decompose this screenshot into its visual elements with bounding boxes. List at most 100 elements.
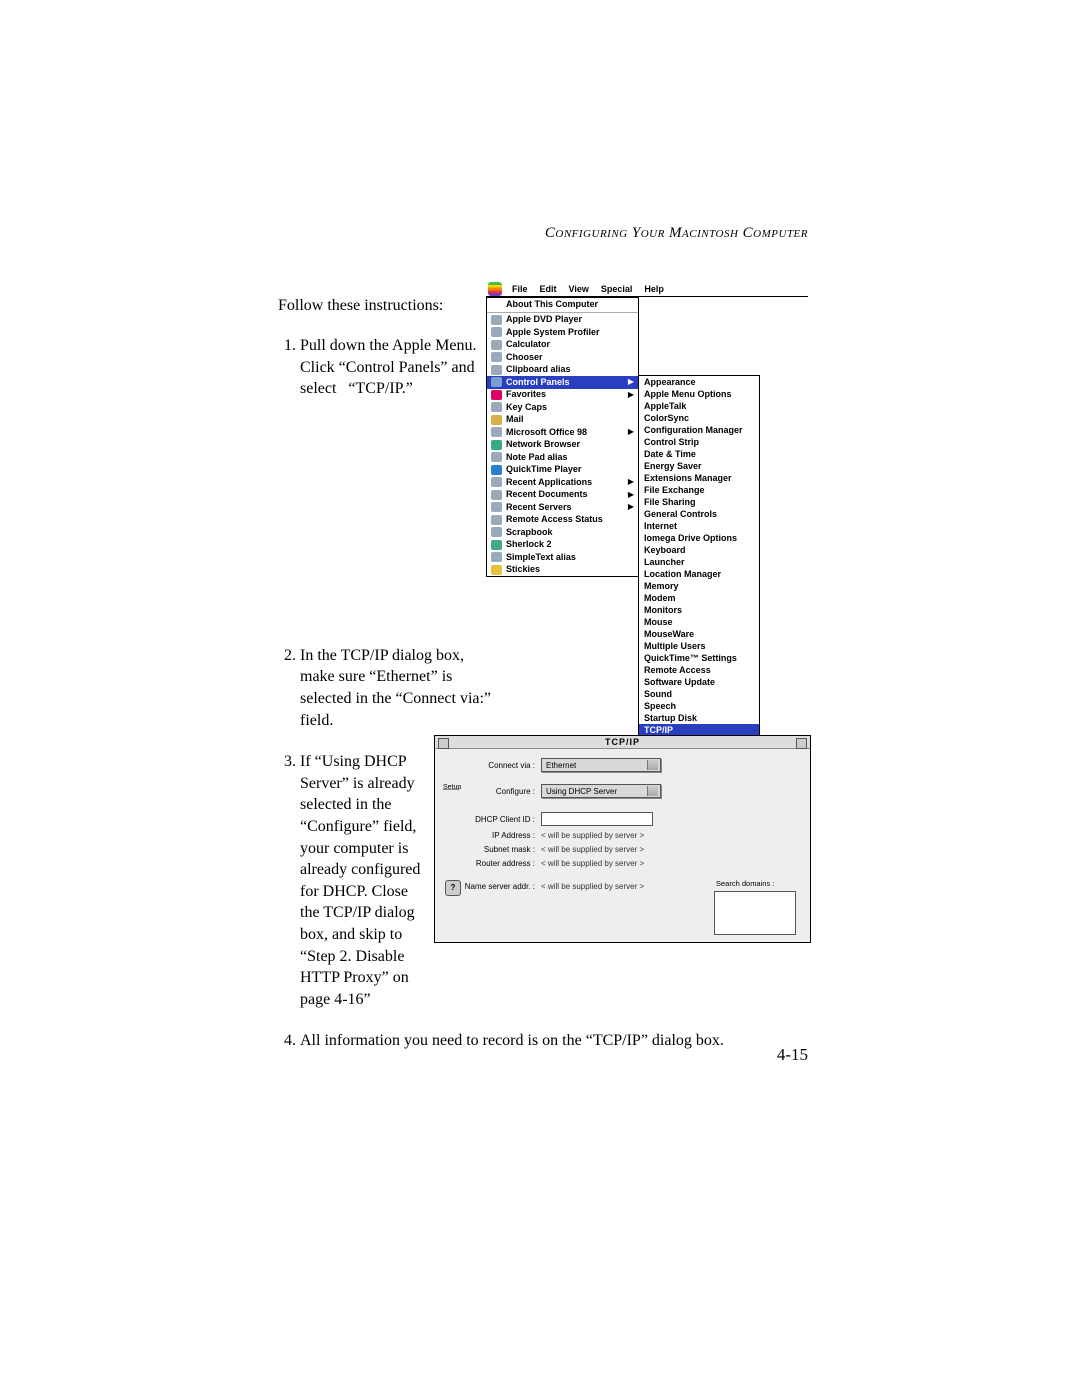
submenu-item[interactable]: Remote Access [639,664,759,676]
favorites-icon [491,390,502,400]
submenu-item[interactable]: Sound [639,688,759,700]
quicktime-icon [491,465,502,475]
menu-item-scrapbook[interactable]: Scrapbook [487,526,638,539]
select-configure[interactable]: Using DHCP Server [541,784,661,798]
calculator-icon [491,340,502,350]
apple-logo-icon[interactable] [488,282,502,296]
label-connect-via: Connect via : [443,761,541,770]
folder-icon [491,502,502,512]
value-ip-address: < will be supplied by server > [541,831,644,840]
page-number: 4-15 [777,1045,808,1065]
keycaps-icon [491,402,502,412]
submenu-item[interactable]: File Exchange [639,484,759,496]
folder-icon [491,490,502,500]
tcpip-dialog-screenshot: TCP/IP Connect via : Ethernet Setup Conf… [434,735,811,943]
submenu-item[interactable]: Monitors [639,604,759,616]
chooser-icon [491,352,502,362]
menu-item-recentservers[interactable]: Recent Servers▶ [487,501,638,514]
submenu-item[interactable]: Configuration Manager [639,424,759,436]
submenu-item[interactable]: General Controls [639,508,759,520]
menu-item-stickies[interactable]: Stickies [487,564,638,577]
notepad-icon [491,452,502,462]
menu-item-quicktime[interactable]: QuickTime Player [487,464,638,477]
submenu-item[interactable]: AppleTalk [639,400,759,412]
scrapbook-icon [491,527,502,537]
menu-help[interactable]: Help [644,285,664,294]
menu-divider [487,312,638,313]
submenu-arrow-icon: ▶ [628,391,634,399]
submenu-item[interactable]: Memory [639,580,759,592]
window-zoom-box[interactable] [796,738,807,749]
menu-item-sherlock[interactable]: Sherlock 2 [487,539,638,552]
submenu-item[interactable]: MouseWare [639,628,759,640]
submenu-item[interactable]: Apple Menu Options [639,388,759,400]
menu-item-profiler[interactable]: Apple System Profiler [487,326,638,339]
submenu-item[interactable]: QuickTime™ Settings [639,652,759,664]
input-dhcp-client-id[interactable] [541,812,653,826]
submenu-item[interactable]: Energy Saver [639,460,759,472]
cd-icon [491,315,502,325]
mac-menubar: File Edit View Special Help [486,282,808,297]
submenu-item[interactable]: Speech [639,700,759,712]
menu-item-control-panels[interactable]: Control Panels▶ [487,376,638,389]
menu-item-recentdocs[interactable]: Recent Documents▶ [487,489,638,502]
value-subnet: < will be supplied by server > [541,845,644,854]
select-connect-via[interactable]: Ethernet [541,758,661,772]
value-nameserver: < will be supplied by server > [541,882,644,891]
menu-item-mail[interactable]: Mail [487,414,638,427]
menu-view[interactable]: View [569,285,589,294]
submenu-item[interactable]: Control Strip [639,436,759,448]
profiler-icon [491,327,502,337]
menu-item-about[interactable]: About This Computer [487,298,638,311]
submenu-item[interactable]: Software Update [639,676,759,688]
help-button[interactable]: ? [445,880,461,896]
menu-item-dvd[interactable]: Apple DVD Player [487,314,638,327]
sherlock-icon [491,540,502,550]
menu-item-chooser[interactable]: Chooser [487,351,638,364]
menu-item-notepad[interactable]: Note Pad alias [487,451,638,464]
submenu-arrow-icon: ▶ [628,478,634,486]
submenu-item[interactable]: Modem [639,592,759,604]
menu-item-simpletext[interactable]: SimpleText alias [487,551,638,564]
submenu-item[interactable]: Extensions Manager [639,472,759,484]
submenu-item[interactable]: Launcher [639,556,759,568]
submenu-arrow-icon: ▶ [628,491,634,499]
menu-item-favorites[interactable]: Favorites▶ [487,389,638,402]
window-close-box[interactable] [438,738,449,749]
submenu-item[interactable]: Mouse [639,616,759,628]
menu-file[interactable]: File [512,285,528,294]
submenu-item[interactable]: Internet [639,520,759,532]
submenu-item[interactable]: Location Manager [639,568,759,580]
submenu-item[interactable]: Keyboard [639,544,759,556]
submenu-item[interactable]: Appearance [639,376,759,388]
step-1-text: Pull down the Apple Menu. Click “Control… [300,335,492,400]
submenu-item[interactable]: Iomega Drive Options [639,532,759,544]
menu-item-keycaps[interactable]: Key Caps [487,401,638,414]
submenu-arrow-icon: ▶ [628,428,634,436]
submenu-item[interactable]: Startup Disk [639,712,759,724]
tcpip-dialog-title: TCP/IP [435,736,810,749]
menu-edit[interactable]: Edit [540,285,557,294]
setup-divider [443,789,458,790]
step-3-text: If “Using DHCP Server” is already select… [300,751,430,1010]
submenu-item[interactable]: File Sharing [639,496,759,508]
control-panels-submenu: AppearanceApple Menu OptionsAppleTalkCol… [638,375,760,773]
menu-item-netbrowser[interactable]: Network Browser [487,439,638,452]
menu-item-calculator[interactable]: Calculator [487,339,638,352]
submenu-item[interactable]: ColorSync [639,412,759,424]
menu-item-remoteaccess[interactable]: Remote Access Status [487,514,638,527]
input-search-domains[interactable] [714,891,796,935]
folder-icon [491,477,502,487]
office-icon [491,427,502,437]
submenu-item[interactable]: Date & Time [639,448,759,460]
menu-item-clipboard[interactable]: Clipboard alias [487,364,638,377]
menu-item-recentapps[interactable]: Recent Applications▶ [487,476,638,489]
menu-special[interactable]: Special [601,285,633,294]
submenu-item[interactable]: Multiple Users [639,640,759,652]
step-2-text: In the TCP/IP dialog box, make sure “Eth… [300,645,495,731]
label-search-domains: Search domains : [716,879,796,888]
label-dhcp-client-id: DHCP Client ID : [443,815,541,824]
menu-item-office[interactable]: Microsoft Office 98▶ [487,426,638,439]
step-4: All information you need to record is on… [300,1030,808,1052]
globe-icon [491,440,502,450]
